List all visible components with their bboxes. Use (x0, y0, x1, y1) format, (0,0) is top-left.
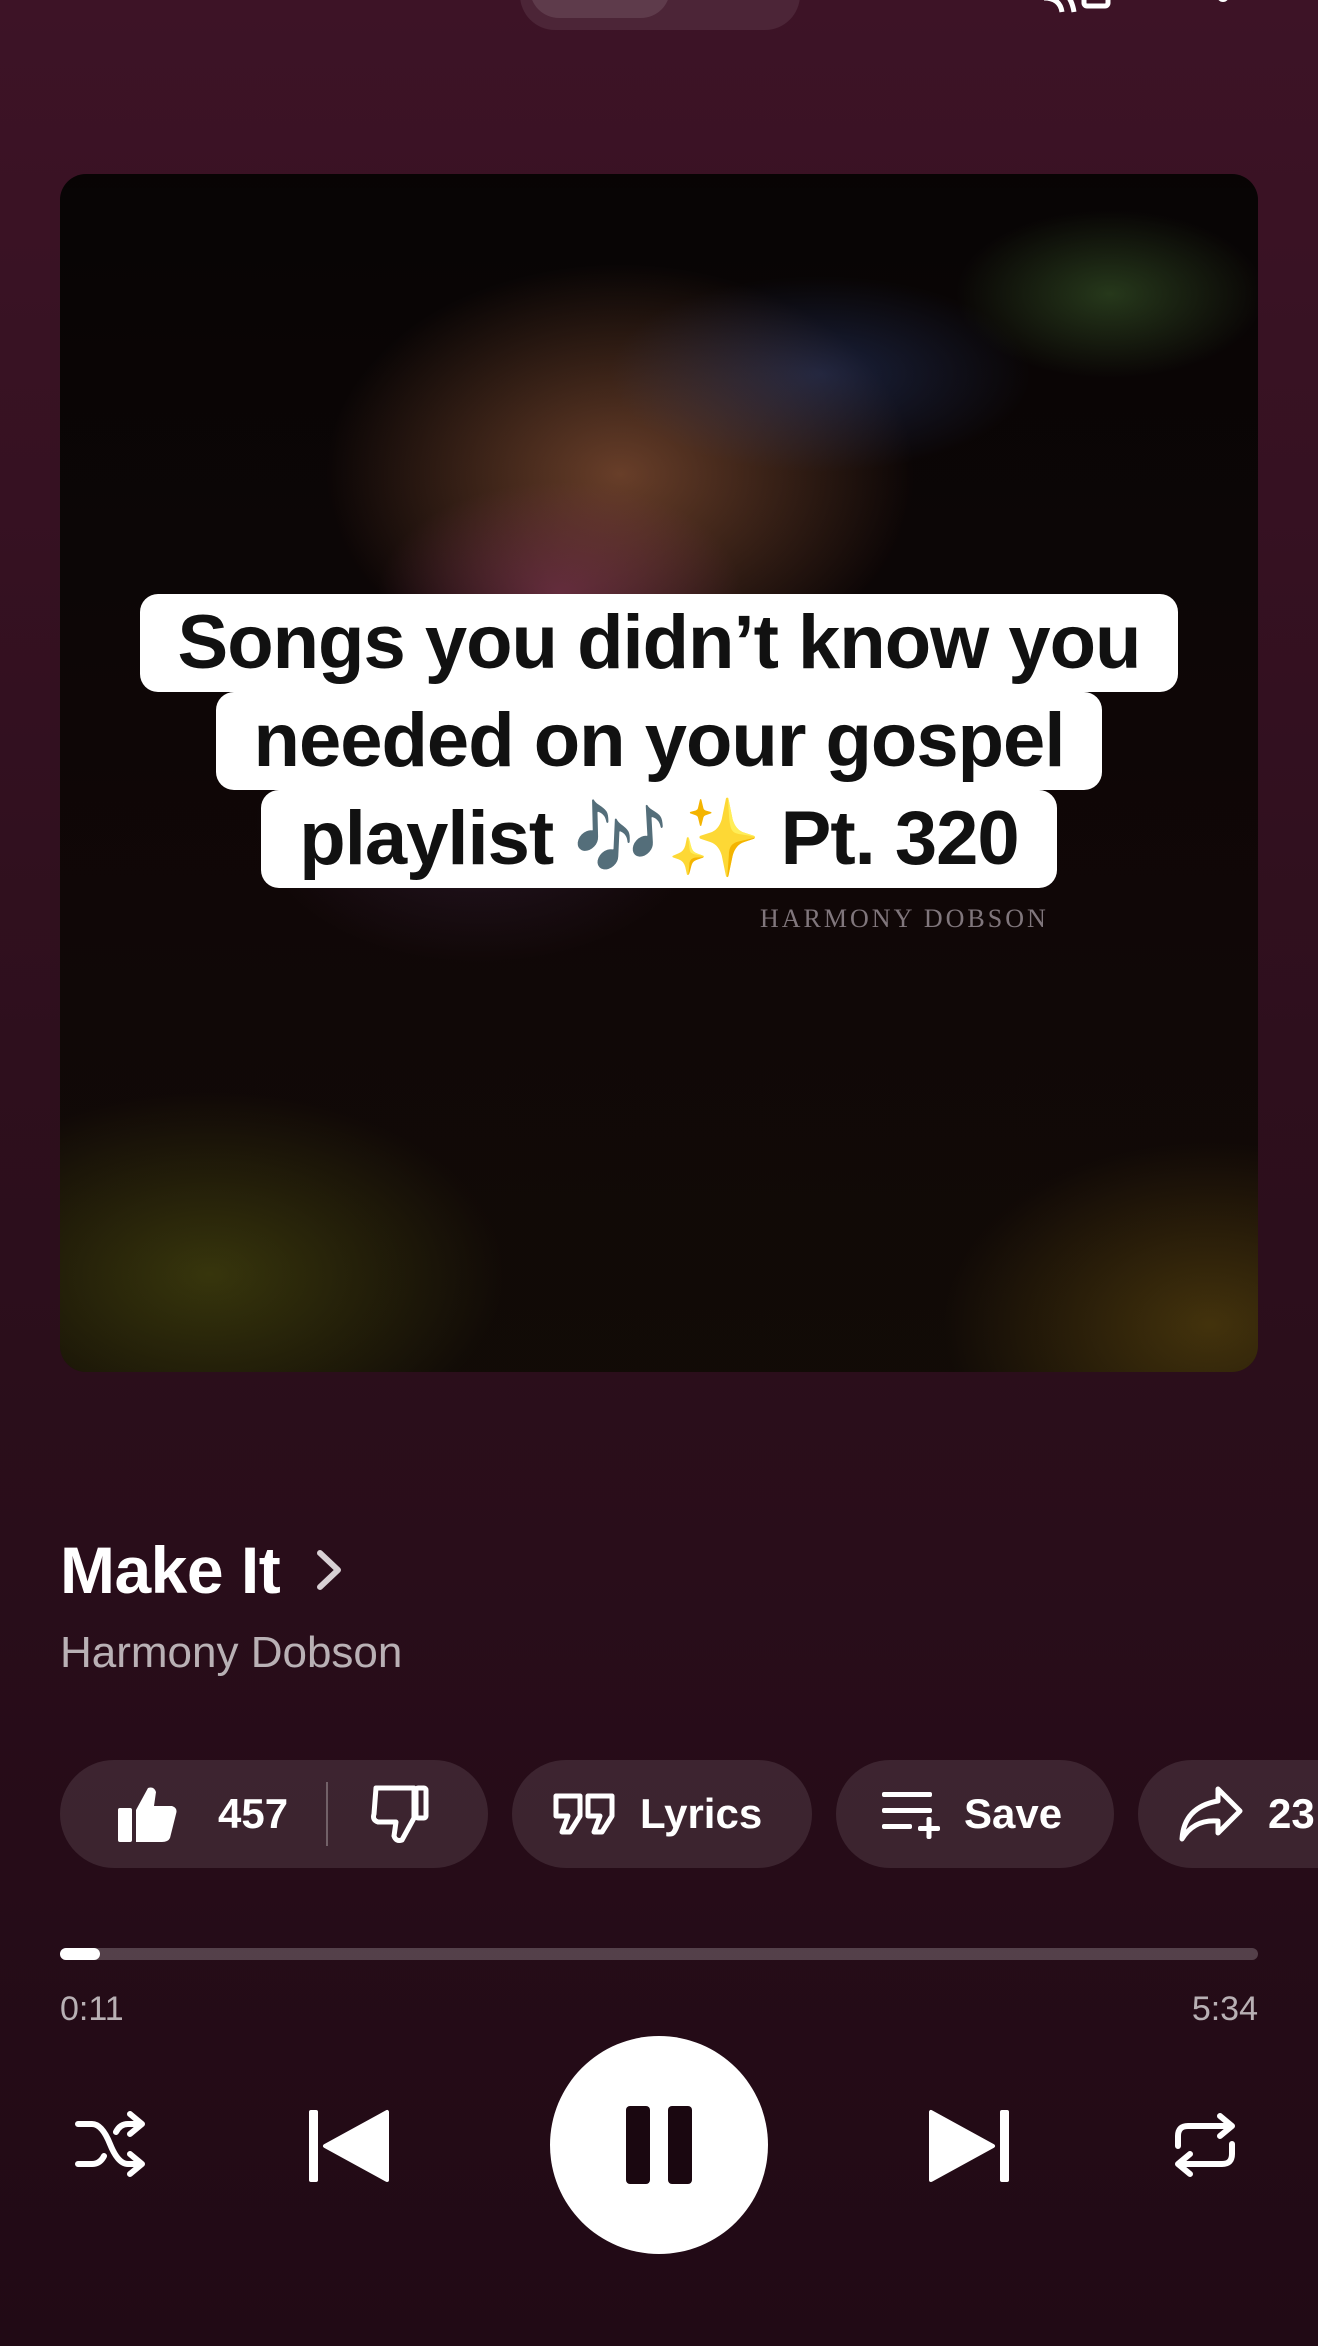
previous-button[interactable] (292, 2096, 402, 2196)
pause-icon (626, 2106, 692, 2184)
album-art-watermark: HARMONY DOBSON (760, 904, 1049, 933)
caption-line: playlist 🎶✨ Pt. 320 (261, 790, 1057, 888)
progress-bar[interactable] (60, 1948, 1258, 1960)
chip-divider (326, 1782, 329, 1846)
caption-line: Songs you didn’t know you (139, 594, 1179, 692)
track-title-row[interactable]: Make It (60, 1532, 344, 1608)
elapsed-time: 0:11 (60, 1990, 124, 2028)
cast-icon[interactable] (1040, 0, 1112, 14)
thumbs-down-icon[interactable] (368, 1784, 430, 1844)
like-dislike-group: 457 (60, 1760, 488, 1868)
now-playing-screen: HARMONY DOBSON Songs you didn’t know you… (0, 0, 1318, 2346)
quote-icon (553, 1793, 615, 1835)
artist-name[interactable]: Harmony Dobson (60, 1628, 402, 1678)
shuffle-icon (75, 2111, 145, 2177)
thumbs-up-icon[interactable] (116, 1784, 178, 1844)
caption-overlay: Songs you didn’t know you needed on your… (60, 594, 1258, 888)
repeat-button[interactable] (1160, 2100, 1250, 2190)
playlist-add-icon (882, 1792, 940, 1839)
like-count[interactable]: 457 (218, 1790, 288, 1838)
progress-fill[interactable] (60, 1948, 100, 1960)
more-vert-icon[interactable] (1208, 0, 1238, 12)
lyrics-label: Lyrics (640, 1790, 763, 1837)
track-title[interactable]: Make It (60, 1532, 281, 1608)
share-icon (1179, 1786, 1243, 1842)
save-label: Save (964, 1790, 1063, 1837)
skip-previous-icon (309, 2110, 389, 2182)
skip-next-icon (929, 2110, 1009, 2182)
total-time: 5:34 (1191, 1990, 1258, 2028)
song-video-toggle[interactable] (520, 0, 800, 30)
shuffle-button[interactable] (66, 2100, 156, 2190)
song-toggle-segment[interactable] (530, 0, 670, 18)
album-art: HARMONY DOBSON Songs you didn’t know you… (60, 174, 1258, 1372)
next-button[interactable] (916, 2096, 1026, 2196)
share-button[interactable]: 23 (1138, 1760, 1318, 1868)
save-button[interactable]: Save (836, 1760, 1114, 1868)
pause-button[interactable] (550, 2036, 768, 2254)
caption-line: needed on your gospel (215, 692, 1103, 790)
lyrics-button[interactable]: Lyrics (512, 1760, 812, 1868)
chevron-right-icon[interactable] (314, 1547, 344, 1593)
repeat-icon (1175, 2113, 1235, 2177)
share-count: 23 (1268, 1790, 1315, 1837)
